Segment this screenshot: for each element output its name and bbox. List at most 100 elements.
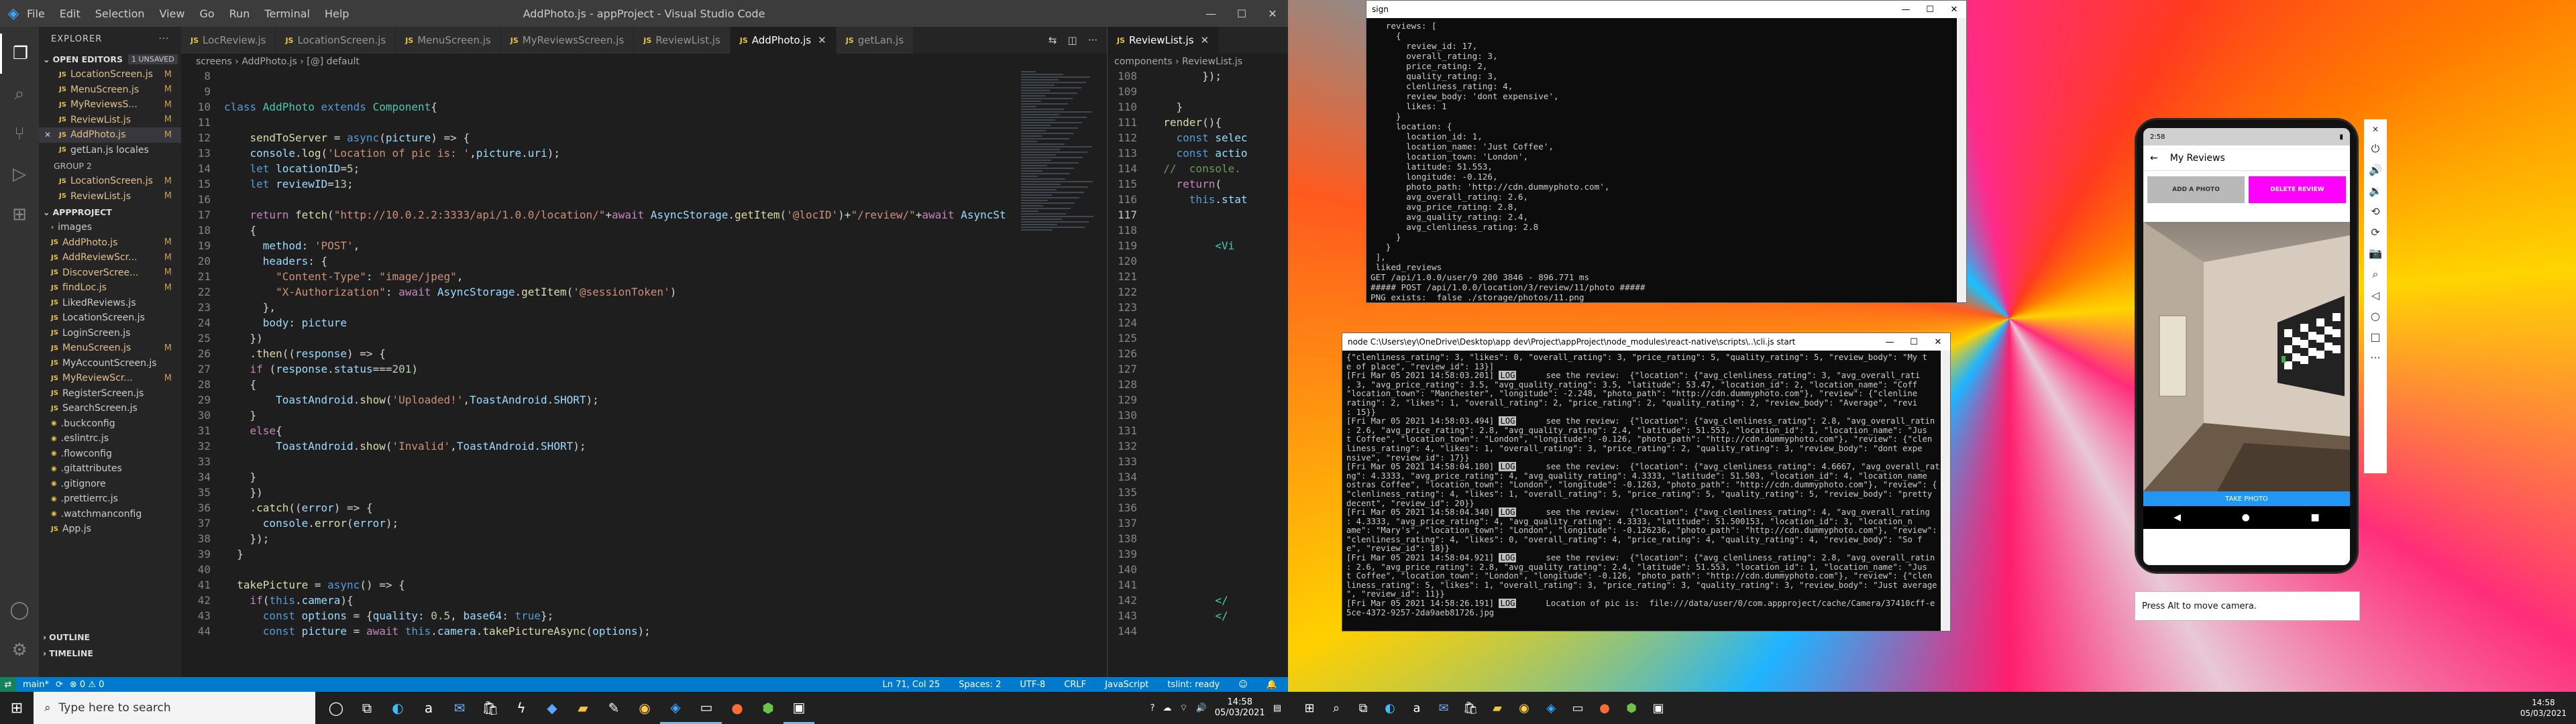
menu-item-terminal[interactable]: Terminal xyxy=(264,7,310,20)
file-tree-item[interactable]: ◉ .eslintrc.js xyxy=(39,431,181,446)
maximize-icon[interactable]: ☐ xyxy=(1902,337,1926,347)
file-tree-item[interactable]: ◉ .buckconfig xyxy=(39,416,181,432)
code-editor[interactable]: 8 9 10 class AddPhoto extends Component{ … xyxy=(181,70,1107,677)
node-icon[interactable]: ⬢ xyxy=(753,692,784,724)
chrome-icon[interactable]: ◉ xyxy=(629,692,660,724)
console-1-scrollbar[interactable] xyxy=(1957,18,1966,302)
file-tree-item[interactable]: JS AddPhoto.js M xyxy=(39,235,181,251)
back-icon[interactable]: ◁ xyxy=(2371,289,2379,302)
run-debug-icon[interactable]: ▷ xyxy=(0,154,39,194)
windows-start-icon[interactable]: ⊞ xyxy=(1296,701,1323,715)
open-editor-item[interactable]: ✕ JS AddPhoto.js M xyxy=(39,127,181,143)
file-tree-item[interactable]: JS RegisterScreen.js xyxy=(39,386,181,402)
edge-icon[interactable]: ◐ xyxy=(382,692,413,724)
more-actions-icon[interactable]: ··· xyxy=(1088,34,1097,46)
home-icon[interactable]: ○ xyxy=(2371,310,2380,322)
network-icon[interactable]: ⌔ xyxy=(1179,703,1187,713)
file-tree-item[interactable]: JS LocationScreen.js xyxy=(39,310,181,326)
volume-up-icon[interactable]: 🔊 xyxy=(2369,164,2382,176)
menu-item-file[interactable]: File xyxy=(27,7,45,20)
project-section[interactable]: ⌄ APPPROJECT xyxy=(39,204,181,220)
indentation[interactable]: Spaces: 2 xyxy=(959,680,1001,690)
file-tree-item[interactable]: JS SearchScreen.js xyxy=(39,401,181,416)
remote-icon[interactable]: ⇄ xyxy=(0,677,16,692)
menu-item-view[interactable]: View xyxy=(160,7,185,20)
notifications-icon[interactable]: 🔔 xyxy=(1267,680,1277,690)
add-photo-button[interactable]: ADD A PHOTO xyxy=(2147,176,2245,203)
close-icon[interactable]: ✕ xyxy=(2372,125,2379,134)
delete-review-button[interactable]: DELETE REVIEW xyxy=(2249,176,2346,203)
overview-icon[interactable]: □ xyxy=(2370,330,2380,343)
maximize-icon[interactable]: ☐ xyxy=(1918,5,1942,15)
file-tree-item[interactable]: JS AddReviewScr... M xyxy=(39,250,181,265)
task-view-icon[interactable]: ⧉ xyxy=(1350,701,1377,715)
edge-icon[interactable]: ◐ xyxy=(1377,701,1403,715)
file-tree-item[interactable]: ◉ .prettierrc.js xyxy=(39,491,181,507)
cursor-position[interactable]: Ln 71, Col 25 xyxy=(882,680,940,690)
editor-tab[interactable]: JS LocationScreen.js xyxy=(276,27,396,54)
vscode-taskbar-icon[interactable]: ◈ xyxy=(1538,701,1564,715)
file-tree-item[interactable]: JS DiscoverScree... M xyxy=(39,265,181,281)
postman-icon[interactable]: ● xyxy=(1591,701,1618,715)
close-icon[interactable]: ✕ xyxy=(1942,5,1966,15)
close-tab-icon[interactable]: ✕ xyxy=(1201,34,1210,46)
power-icon[interactable]: ⏻ xyxy=(2371,142,2380,156)
search-icon[interactable]: ⌕ xyxy=(1323,701,1350,715)
search-icon[interactable]: ⌕ xyxy=(0,74,39,114)
rotate-right-icon[interactable]: ⟳ xyxy=(2371,226,2379,239)
split-editor-icon[interactable]: ◫ xyxy=(1068,34,1077,46)
minimize-icon[interactable]: — xyxy=(1195,0,1226,27)
open-editor-item[interactable]: JS getLan.js locales xyxy=(39,143,181,158)
file-tree-item[interactable]: ◉ .gitignore xyxy=(39,477,181,492)
close-tab-icon[interactable]: ✕ xyxy=(818,34,826,46)
file-tree-item[interactable]: ◉ .gitattributes xyxy=(39,461,181,477)
open-editor-item[interactable]: JS LocationScreen.js M xyxy=(39,174,181,189)
console-2-scrollbar[interactable] xyxy=(1941,351,1950,631)
feedback-icon[interactable]: ☺ xyxy=(1238,680,1248,690)
nav-recents-icon[interactable]: ■ xyxy=(2310,512,2319,523)
menu-item-edit[interactable]: Edit xyxy=(60,7,80,20)
breadcrumb[interactable]: screens › AddPhoto.js › [@] default xyxy=(181,54,1107,70)
windows-start-icon[interactable]: ⊞ xyxy=(0,692,34,724)
emulator-taskbar-icon[interactable]: ▣ xyxy=(784,692,814,724)
maximize-icon[interactable]: ☐ xyxy=(1226,0,1257,27)
settings-gear-icon[interactable]: ⚙ xyxy=(0,630,39,670)
cortana-icon[interactable]: ◯ xyxy=(321,692,352,724)
zoom-icon[interactable]: ⌕ xyxy=(2373,267,2379,281)
more-icon[interactable]: ··· xyxy=(159,34,169,44)
mail-icon[interactable]: ✉ xyxy=(444,692,475,724)
file-tree-item[interactable]: JS App.js xyxy=(39,522,181,537)
explorer-folder-icon[interactable]: ▰ xyxy=(1484,701,1511,715)
editor-tab[interactable]: JS LocReview.js xyxy=(181,27,276,54)
take-photo-button[interactable]: TAKE PHOTO xyxy=(2143,491,2350,506)
file-tree-item[interactable]: ◉ .watchmanconfig xyxy=(39,507,181,522)
mail-icon[interactable]: ✉ xyxy=(1430,701,1457,715)
store-icon[interactable]: 🛍 xyxy=(1457,701,1484,715)
notes-icon[interactable]: ✎ xyxy=(598,692,629,724)
store-icon[interactable]: 🛍 xyxy=(475,692,506,724)
file-tree-item[interactable]: › images xyxy=(39,220,181,235)
compare-icon[interactable]: ⇆ xyxy=(1049,34,1057,46)
open-editor-item[interactable]: JS ReviewList.js M xyxy=(39,189,181,204)
timeline-section[interactable]: › TIMELINE xyxy=(39,645,181,661)
camera-preview[interactable] xyxy=(2143,222,2350,491)
menu-item-help[interactable]: Help xyxy=(325,7,349,20)
volume-down-icon[interactable]: 🔉 xyxy=(2369,184,2382,197)
chrome-icon[interactable]: ◉ xyxy=(1511,701,1538,715)
notification-center-icon[interactable]: ▤ xyxy=(1273,703,1281,713)
file-tree-item[interactable]: JS LikedReviews.js xyxy=(39,296,181,311)
close-editor-icon[interactable]: ✕ xyxy=(44,130,51,139)
rotate-left-icon[interactable]: ⟲ xyxy=(2371,205,2379,218)
task-view-icon[interactable]: ⧉ xyxy=(352,692,382,724)
open-editors-section[interactable]: ⌄ OPEN EDITORS 1 UNSAVED xyxy=(39,51,181,67)
emulator-taskbar-icon[interactable]: ▣ xyxy=(1645,701,1672,715)
cloud-icon[interactable]: ☁ xyxy=(1163,703,1171,713)
encoding[interactable]: UTF-8 xyxy=(1020,680,1045,690)
explorer-folder-icon[interactable]: ▰ xyxy=(568,692,598,724)
close-icon[interactable]: ✕ xyxy=(1926,337,1950,347)
source-control-icon[interactable]: ⑂ xyxy=(0,114,39,154)
extensions-icon[interactable]: ⊞ xyxy=(0,194,39,235)
postman-icon[interactable]: ● xyxy=(722,692,753,724)
open-editor-item[interactable]: JS MyReviewsS... M xyxy=(39,97,181,113)
account-icon[interactable]: ◯ xyxy=(0,590,39,630)
